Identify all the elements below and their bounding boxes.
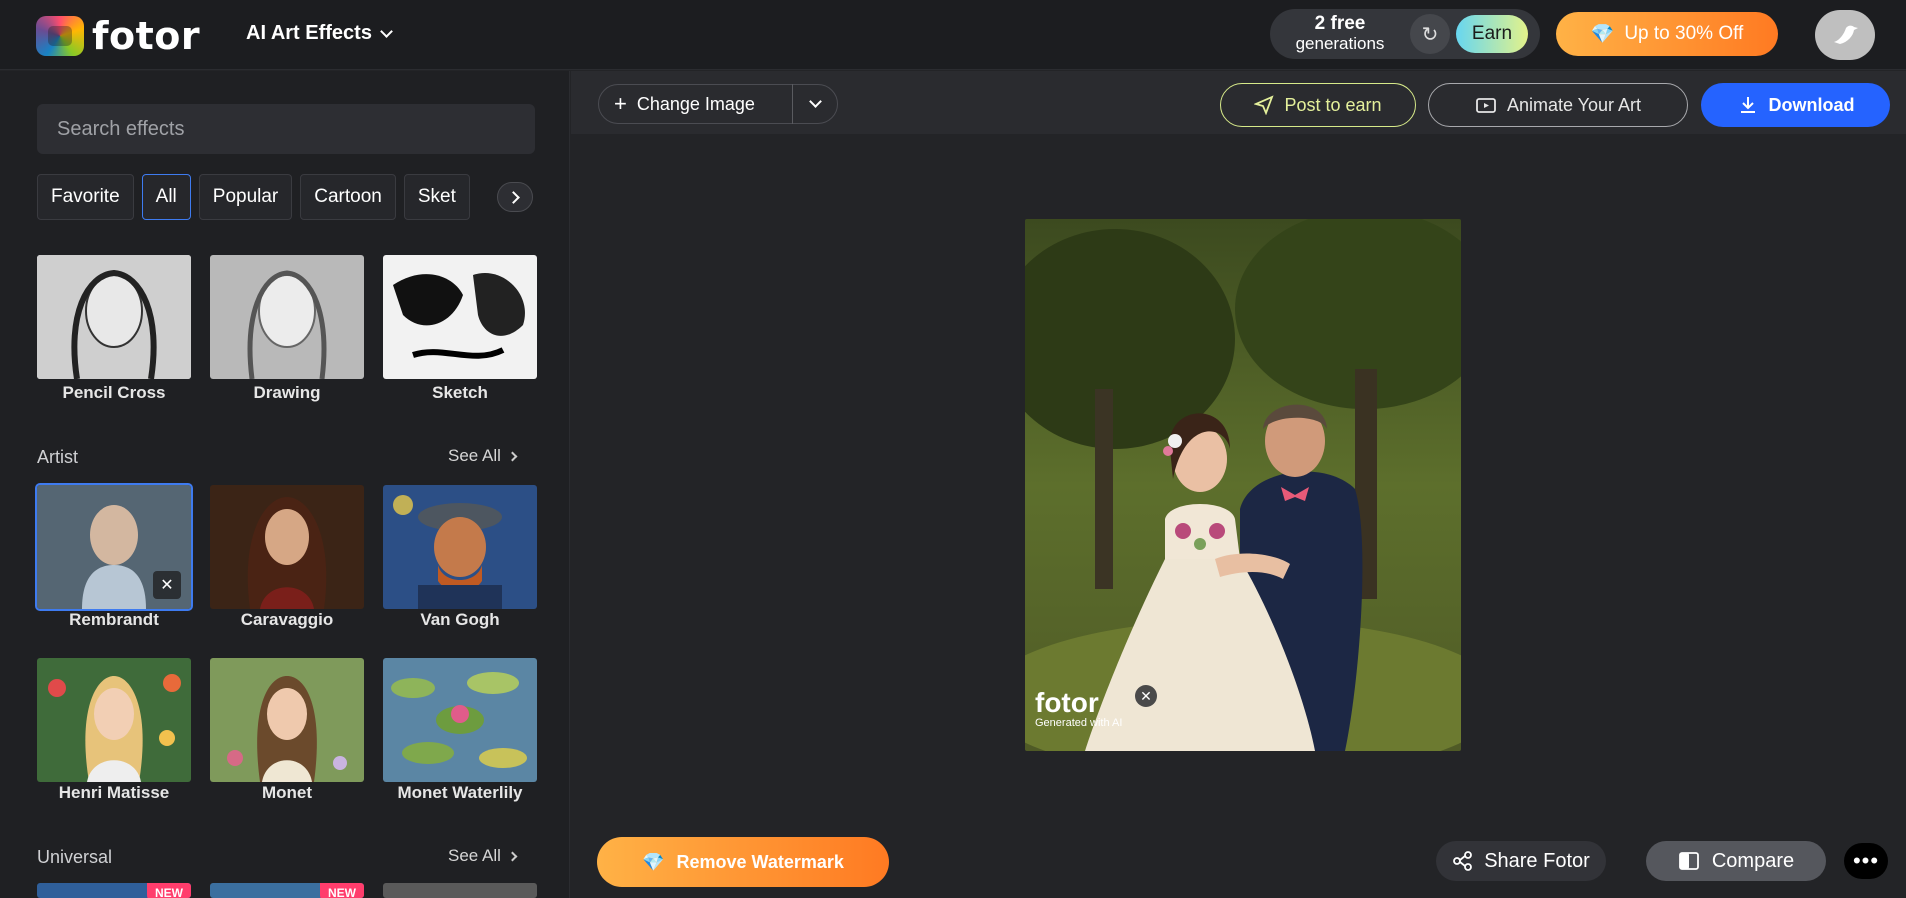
chevron-down-icon — [380, 24, 393, 38]
share-icon — [1453, 851, 1473, 871]
logo-text: fotor — [92, 14, 201, 58]
effect-thumb-sketch[interactable] — [383, 255, 537, 379]
menu-title-label: AI Art Effects — [246, 22, 372, 44]
section-artist-title: Artist — [37, 447, 79, 467]
watermark-logo: fotor — [1035, 687, 1099, 718]
effect-thumb-universal-3[interactable] — [383, 883, 537, 898]
credits-widget: 2 free generations ↻ Earn — [1270, 9, 1540, 59]
see-all-label: See All — [448, 846, 501, 865]
compare-label: Compare — [1711, 849, 1795, 872]
section-universal-title: Universal — [37, 847, 113, 867]
effect-thumb-monet-waterlily[interactable] — [383, 658, 537, 782]
animate-icon — [1476, 98, 1496, 113]
effect-thumb-henri-matisse[interactable] — [37, 658, 191, 782]
chevron-right-icon[interactable] — [497, 182, 533, 212]
caravaggio-preview — [210, 485, 364, 609]
tab-sketch[interactable]: Sket — [403, 174, 470, 220]
effect-label: Henri Matisse — [58, 783, 170, 802]
effect-label: Van Gogh — [420, 610, 500, 629]
credits-count: 2 free — [1314, 13, 1366, 34]
effect-label: Caravaggio — [240, 610, 334, 629]
download-button[interactable]: Download — [1701, 83, 1890, 127]
animate-label: Animate Your Art — [1506, 94, 1642, 115]
share-button[interactable]: Share Fotor — [1436, 841, 1606, 881]
post-to-earn-label: Post to earn — [1284, 94, 1382, 115]
download-label: Download — [1768, 94, 1855, 115]
see-all-label: See All — [448, 446, 501, 465]
post-to-earn-button[interactable]: Post to earn — [1220, 83, 1416, 127]
refresh-icon[interactable]: ↻ — [1410, 14, 1450, 54]
effect-thumb-van-gogh[interactable] — [383, 485, 537, 609]
search-input[interactable]: Search effects — [37, 104, 535, 154]
effect-thumb-caravaggio[interactable] — [210, 485, 364, 609]
diamond-icon: 💎 — [642, 851, 665, 872]
remove-watermark-label: Remove Watermark — [676, 851, 844, 872]
change-image-dropdown[interactable] — [793, 95, 837, 108]
watermark-caption: Generated with AI — [1035, 717, 1123, 729]
share-label: Share Fotor — [1484, 849, 1590, 872]
tab-cartoon[interactable]: Cartoon — [300, 174, 396, 220]
bird-icon — [1834, 25, 1858, 44]
tab-favorite[interactable]: Favorite — [37, 174, 134, 220]
tab-popular[interactable]: Popular — [198, 174, 293, 220]
new-badge: NEW — [320, 883, 364, 898]
fotor-logo[interactable]: fotor — [36, 14, 200, 58]
effect-label: Sketch — [432, 383, 488, 402]
diamond-icon: 💎 — [1590, 24, 1615, 45]
category-tabs: Favorite All Popular Cartoon Sket — [37, 174, 535, 220]
tab-all[interactable]: All — [141, 174, 191, 220]
effect-label: Rembrandt — [69, 610, 159, 629]
effect-label: Monet Waterlily — [397, 783, 523, 802]
effect-thumb-pencil-cross[interactable] — [37, 255, 191, 379]
change-image-button[interactable]: + Change Image — [599, 84, 794, 124]
credits-text: 2 free generations — [1270, 14, 1410, 54]
user-avatar[interactable] — [1815, 10, 1875, 60]
generated-artwork: fotor Generated with AI — [1025, 219, 1461, 751]
effect-label: Monet — [261, 783, 313, 802]
effect-label: Drawing — [253, 383, 321, 402]
effect-thumb-monet[interactable] — [210, 658, 364, 782]
editor-toolbar: + Change Image Post to earn Animate Your… — [571, 71, 1906, 134]
effect-label: Pencil Cross — [62, 383, 166, 402]
send-icon — [1254, 95, 1275, 115]
effects-sidebar: Search effects Favorite All Popular Cart… — [0, 71, 570, 898]
henri-matisse-preview — [37, 658, 191, 782]
more-options-icon[interactable]: ••• — [1844, 843, 1888, 879]
effect-thumb-universal-1[interactable]: NEW — [37, 883, 191, 898]
watermark: fotor Generated with AI — [1035, 687, 1123, 730]
pencil-cross-preview — [37, 255, 191, 379]
swap-icon[interactable]: ✕ — [153, 571, 181, 599]
effect-thumb-universal-2[interactable]: NEW — [210, 883, 364, 898]
chevron-right-icon — [507, 451, 518, 461]
change-image-label: Change Image — [636, 93, 755, 114]
ai-art-effects-menu[interactable]: AI Art Effects — [246, 22, 393, 45]
see-all-artist-link[interactable]: See All — [448, 446, 518, 466]
credits-unit: generations — [1295, 34, 1385, 53]
new-badge: NEW — [147, 883, 191, 898]
download-icon — [1740, 97, 1755, 113]
top-bar: fotor AI Art Effects 2 free generations … — [0, 0, 1906, 70]
compare-button[interactable]: Compare — [1646, 841, 1826, 881]
chevron-down-icon — [808, 95, 822, 108]
earn-button[interactable]: Earn — [1456, 15, 1528, 53]
change-image-button-group: + Change Image — [598, 84, 838, 124]
chevron-right-icon — [507, 851, 518, 861]
drawing-preview — [210, 255, 364, 379]
remove-watermark-button[interactable]: 💎 Remove Watermark — [597, 837, 889, 887]
promo-label: Up to 30% Off — [1624, 23, 1744, 44]
monet-preview — [210, 658, 364, 782]
artwork-image — [1025, 219, 1461, 751]
van-gogh-preview — [383, 485, 537, 609]
sketch-preview — [383, 255, 537, 379]
close-watermark-icon[interactable]: ✕ — [1135, 685, 1157, 707]
promo-button[interactable]: 💎 Up to 30% Off — [1556, 12, 1778, 56]
monet-waterlily-preview — [383, 658, 537, 782]
effect-thumb-drawing[interactable] — [210, 255, 364, 379]
animate-your-art-button[interactable]: Animate Your Art — [1428, 83, 1688, 127]
see-all-universal-link[interactable]: See All — [448, 846, 518, 866]
plus-icon: + — [614, 91, 627, 116]
compare-icon — [1678, 852, 1699, 870]
fotor-logo-icon — [36, 16, 84, 56]
effect-thumb-rembrandt[interactable]: ✕ — [35, 483, 193, 611]
